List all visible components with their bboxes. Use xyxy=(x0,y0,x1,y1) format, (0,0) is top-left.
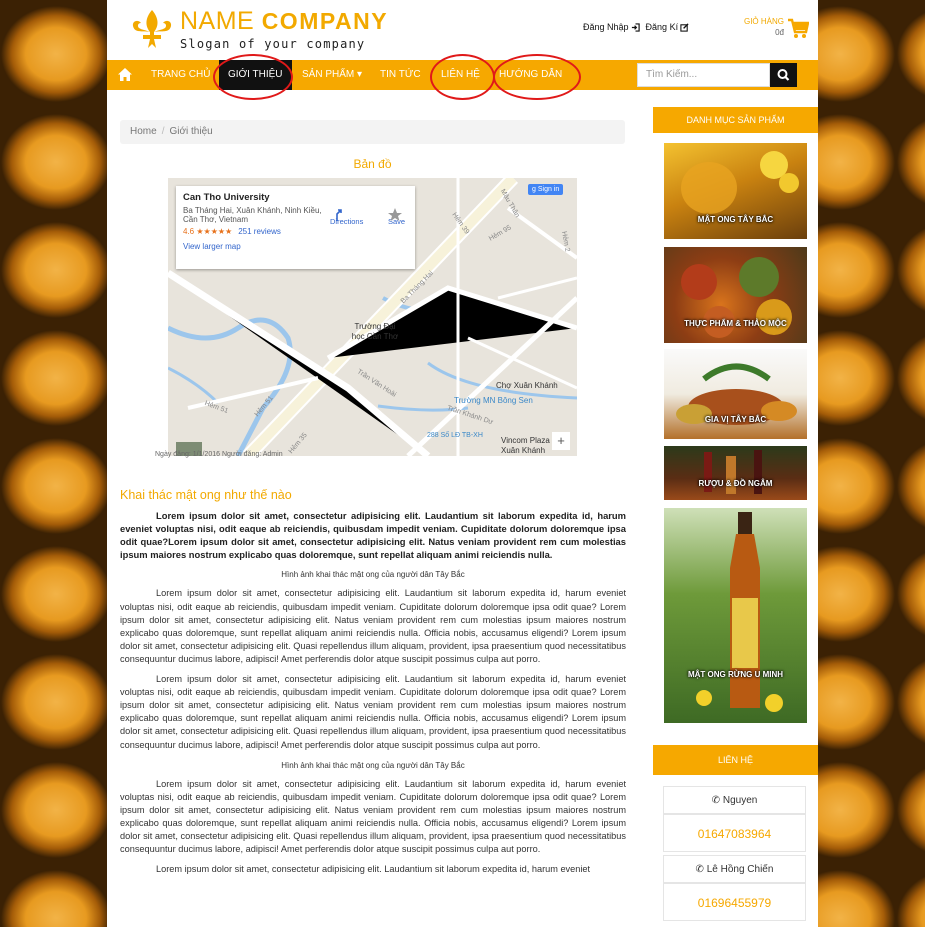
category-label: MẬT ONG RỪNG U MINH xyxy=(687,670,784,679)
map-label-university: Trường Đại học Cần Thơ xyxy=(351,322,399,341)
page-container: NAME COMPANY Slogan of your company Đăng… xyxy=(107,0,818,927)
phone-icon: ✆ xyxy=(711,795,721,806)
login-link[interactable]: Đăng Nhập xyxy=(583,22,640,32)
auth-links: Đăng Nhập Đăng Kí xyxy=(583,22,689,32)
category-food-herbs[interactable]: THỰC PHẨM & THẢO MỘC xyxy=(664,247,807,343)
brand-name[interactable]: NAME COMPANY xyxy=(180,8,388,34)
annotation-circle-guide xyxy=(493,54,581,100)
wine-bottles-image xyxy=(704,450,762,494)
nav-home[interactable]: TRANG CHỦ xyxy=(151,60,210,90)
article-paragraph: Lorem ipsum dolor sit amet, consectetur … xyxy=(120,778,626,855)
view-larger-map-link[interactable]: View larger map xyxy=(183,242,408,251)
breadcrumb-home[interactable]: Home xyxy=(130,126,157,137)
map-signin-label: Sign in xyxy=(537,186,560,193)
category-wine[interactable]: RƯỢU & ĐỒ NGÂM xyxy=(664,446,807,500)
search-input[interactable]: Tìm Kiếm... xyxy=(637,63,770,87)
search-button[interactable] xyxy=(770,63,797,87)
shopping-cart-icon[interactable] xyxy=(787,17,809,39)
spices-image xyxy=(681,257,792,338)
edit-icon xyxy=(680,22,689,32)
article-paragraph: Lorem ipsum dolor sit amet, consectetur … xyxy=(120,674,626,750)
category-honey-taybac[interactable]: MẬT ONG TÂY BẮC xyxy=(664,143,807,239)
breadcrumb: Home / Giới thiệu xyxy=(120,120,625,144)
cart-summary[interactable]: GIỎ HÀNG 0đ xyxy=(742,16,784,38)
map-label-market: Chợ Xuân Khánh xyxy=(496,381,558,390)
home-icon[interactable] xyxy=(117,67,133,82)
register-label: Đăng Kí xyxy=(645,22,679,32)
breadcrumb-separator: / xyxy=(161,126,165,137)
honey-jar-image xyxy=(681,151,799,214)
category-label: GIA VỊ TÂY BẮC xyxy=(704,415,767,424)
post-meta: Ngày đăng: 1/1/2016 Người đăng: Admin xyxy=(155,451,283,458)
embedded-map[interactable]: Can Tho University Ba Tháng Hai, Xuân Kh… xyxy=(168,178,577,456)
map-zoom-in-button[interactable]: + xyxy=(552,432,570,450)
map-reviews-link[interactable]: 251 reviews xyxy=(238,227,281,236)
article-body: Lorem ipsum dolor sit amet, consectetur … xyxy=(120,509,626,883)
category-label: THỰC PHẨM & THẢO MỘC xyxy=(684,319,787,328)
cart-total: 0đ xyxy=(775,28,784,37)
nav-news[interactable]: TIN TỨC xyxy=(380,60,421,90)
article-paragraph: Lorem ipsum dolor sit amet, consectetur … xyxy=(120,588,626,664)
sidebar-categories-header: DANH MỤC SẢN PHẨM xyxy=(653,107,818,133)
category-label: RƯỢU & ĐỒ NGÂM xyxy=(698,479,773,488)
contact-phone[interactable]: 01647083964 xyxy=(663,814,806,852)
map-place-name: Can Tho University xyxy=(183,192,270,203)
map-signin-button[interactable]: g Sign in xyxy=(528,184,564,195)
article-lead: Lorem ipsum dolor sit amet, consectetur … xyxy=(120,510,626,561)
category-honey-uminh[interactable]: MẬT ONG RỪNG U MINH xyxy=(664,508,807,723)
map-rating-stars: 4.6 ★★★★★ xyxy=(183,227,233,236)
contact-phone[interactable]: 01696455979 xyxy=(663,883,806,921)
contact-title: LIÊN HỆ xyxy=(653,745,818,775)
image-caption: Hình ảnh khai thác mật ong của người dân… xyxy=(281,570,465,580)
article-title: Khai thác mật ong như thế nào xyxy=(120,488,292,502)
phone-icon: ✆ xyxy=(695,864,704,875)
register-link[interactable]: Đăng Kí xyxy=(646,22,690,32)
category-label: MẬT ONG TÂY BẮC xyxy=(697,215,774,224)
annotation-circle-about xyxy=(213,54,293,100)
fleur-de-lis-logo-icon[interactable] xyxy=(129,8,175,52)
star-icon xyxy=(388,208,402,221)
directions-button[interactable]: Directions xyxy=(330,208,363,226)
map-label-school: Trường MN Bông Sen xyxy=(454,396,533,405)
breadcrumb-current: Giới thiệu xyxy=(169,126,213,137)
sign-in-icon xyxy=(631,22,640,32)
directions-icon xyxy=(336,209,342,221)
save-button[interactable]: Save xyxy=(388,208,405,226)
brand-name-bold: COMPANY xyxy=(261,8,389,34)
login-label: Đăng Nhập xyxy=(583,22,629,32)
annotation-circle-contact xyxy=(430,54,495,100)
map-place-card: Can Tho University Ba Tháng Hai, Xuân Kh… xyxy=(176,186,415,269)
article-paragraph: Lorem ipsum dolor sit amet, consectetur … xyxy=(156,864,591,875)
spice-bowls-image xyxy=(676,363,797,425)
contact-name-text: Nguyen xyxy=(722,795,758,806)
map-label-vincom: Vincom Plaza Xuân Khánh xyxy=(501,436,550,455)
map-place-address: Ba Tháng Hai, Xuân Khánh, Ninh Kiều, Cần… xyxy=(183,206,322,224)
search-icon xyxy=(777,69,790,81)
brand-name-light: NAME xyxy=(180,7,255,35)
cart-title: GIỎ HÀNG xyxy=(743,17,784,26)
map-rating: 4.6 ★★★★★ 251 reviews xyxy=(183,227,408,236)
category-spices-taybac[interactable]: GIA VỊ TÂY BẮC xyxy=(664,349,807,439)
nav-products[interactable]: SẢN PHẨM ▾ xyxy=(302,60,362,90)
contact-name: ✆ Nguyen xyxy=(663,786,806,814)
site-header: NAME COMPANY Slogan of your company Đăng… xyxy=(107,0,818,60)
contact-name: ✆ Lê Hồng Chiến xyxy=(663,855,806,883)
map-title: Bản đồ xyxy=(353,157,392,171)
image-caption: Hình ảnh khai thác mật ong của người dân… xyxy=(281,760,465,770)
contact-name-text: Lê Hồng Chiến xyxy=(706,864,774,875)
map-label-office: 288 Số LĐ TB-XH xyxy=(427,432,483,439)
slogan: Slogan of your company xyxy=(180,37,366,51)
honey-bottle-image xyxy=(696,512,783,712)
categories-title: DANH MỤC SẢN PHẨM xyxy=(653,107,818,133)
